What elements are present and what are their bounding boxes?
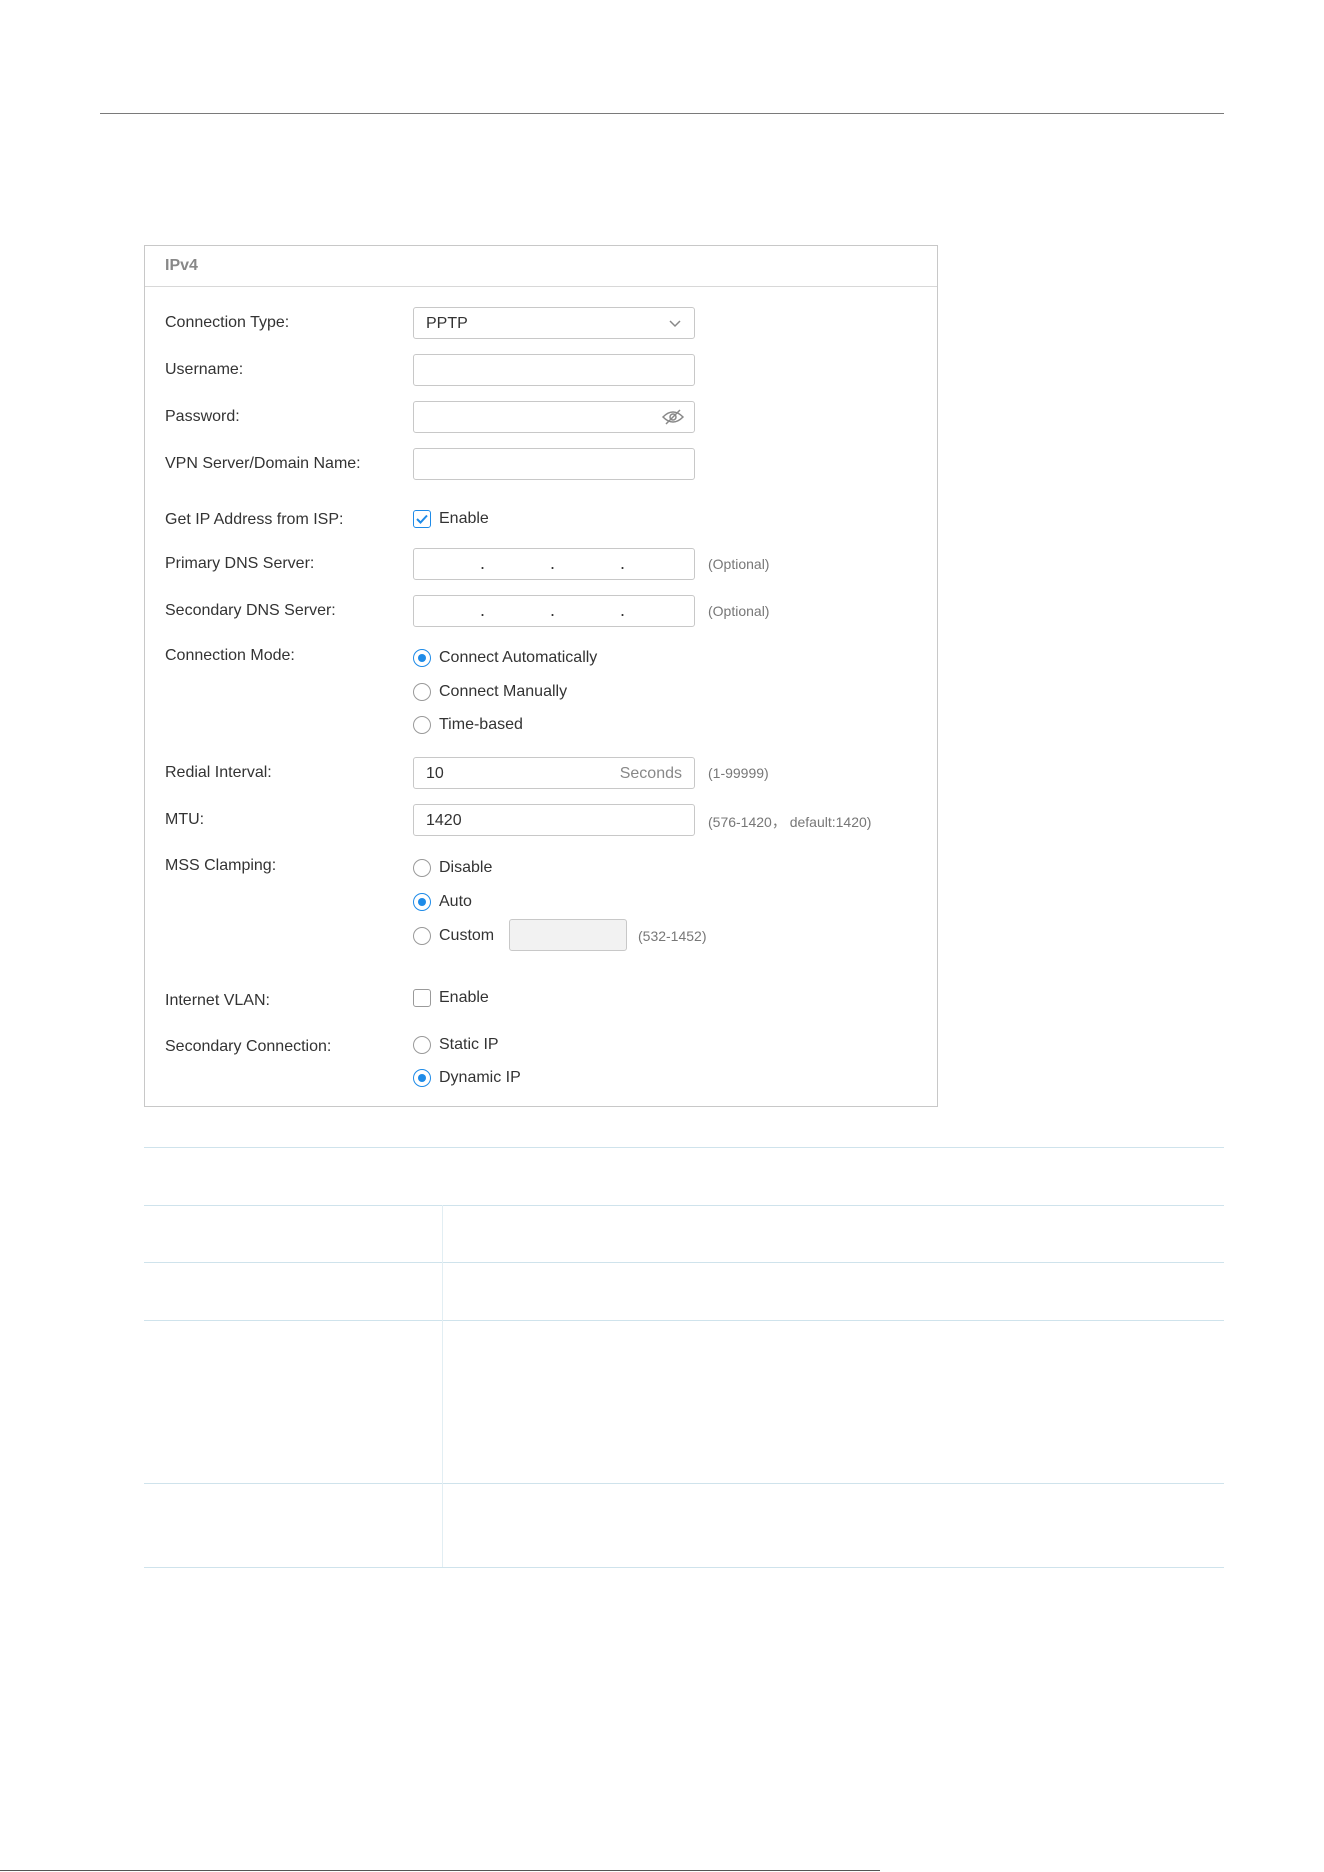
- internet-vlan-enable-label: Enable: [439, 989, 489, 1006]
- page-header-rule: [100, 113, 1224, 114]
- password-label: Password:: [165, 408, 240, 425]
- ip-separator: .: [550, 600, 556, 620]
- mss-clamping-row: MSS Clamping:: [145, 850, 937, 882]
- mtu-row: MTU: 1420 (576-1420， default:1420): [145, 804, 937, 836]
- password-input[interactable]: [413, 401, 695, 433]
- primary-dns-row: Primary DNS Server: . . . (Optional): [145, 548, 937, 580]
- secondary-dns-input[interactable]: . . .: [413, 595, 695, 627]
- primary-dns-input[interactable]: . . .: [413, 548, 695, 580]
- table-rule: [144, 1483, 1224, 1484]
- ip-separator: .: [620, 553, 626, 573]
- get-ip-enable-label: Enable: [439, 510, 489, 527]
- mtu-label: MTU:: [165, 811, 205, 828]
- redial-interval-hint: (1-99999): [708, 765, 769, 781]
- connection-type-row: Connection Type: PPTP: [145, 307, 937, 339]
- panel-header: IPv4: [145, 246, 937, 287]
- table-rule: [144, 1205, 1224, 1206]
- internet-vlan-row: Internet VLAN:: [145, 985, 937, 1017]
- secondary-connection-dynamic-radio[interactable]: [413, 1069, 431, 1087]
- mss-clamping-custom-hint: (532-1452): [638, 928, 707, 944]
- username-input[interactable]: [413, 354, 695, 386]
- mss-clamping-custom-input[interactable]: [509, 919, 627, 951]
- ipv4-settings-panel: IPv4 Connection Type: PPTP Username: Pas…: [144, 245, 938, 1107]
- get-ip-checkbox[interactable]: [413, 510, 431, 528]
- ip-separator: .: [620, 600, 626, 620]
- mss-clamping-auto-radio[interactable]: [413, 893, 431, 911]
- secondary-connection-static-label: Static IP: [439, 1036, 499, 1053]
- mss-clamping-label: MSS Clamping:: [165, 857, 277, 874]
- connection-mode-manual-radio[interactable]: [413, 683, 431, 701]
- primary-dns-label: Primary DNS Server:: [165, 555, 315, 572]
- table-rule: [144, 1320, 1224, 1321]
- secondary-connection-label: Secondary Connection:: [165, 1038, 332, 1055]
- secondary-dns-label: Secondary DNS Server:: [165, 602, 336, 619]
- vpn-server-row: VPN Server/Domain Name:: [145, 448, 937, 480]
- redial-interval-row: Redial Interval: 10 Seconds (1-99999): [145, 757, 937, 789]
- connection-type-value: PPTP: [426, 315, 468, 332]
- password-row: Password:: [145, 401, 937, 433]
- redial-interval-unit: Seconds: [619, 765, 682, 782]
- internet-vlan-label: Internet VLAN:: [165, 992, 270, 1009]
- checkmark-icon: [416, 514, 428, 524]
- connection-mode-label: Connection Mode:: [165, 647, 295, 664]
- connection-type-label: Connection Type:: [165, 314, 290, 331]
- mss-clamping-auto-label: Auto: [439, 893, 472, 910]
- vpn-server-label: VPN Server/Domain Name:: [165, 455, 361, 472]
- page-footer-rule: [0, 1870, 880, 1871]
- secondary-connection-static-radio[interactable]: [413, 1036, 431, 1054]
- mss-clamping-custom-label: Custom: [439, 927, 495, 944]
- secondary-connection-dynamic-label: Dynamic IP: [439, 1069, 521, 1086]
- secondary-dns-row: Secondary DNS Server: . . . (Optional): [145, 595, 937, 627]
- redial-interval-label: Redial Interval:: [165, 764, 272, 781]
- username-row: Username:: [145, 354, 937, 386]
- internet-vlan-checkbox[interactable]: [413, 989, 431, 1007]
- connection-mode-time-based-label: Time-based: [439, 716, 523, 733]
- redial-interval-value: 10: [426, 765, 444, 782]
- mss-clamping-disable-radio[interactable]: [413, 859, 431, 877]
- connection-mode-automatic-label: Connect Automatically: [439, 649, 598, 666]
- ip-separator: .: [550, 553, 556, 573]
- table-rule: [144, 1147, 1224, 1148]
- mss-clamping-disable-label: Disable: [439, 859, 493, 876]
- connection-mode-manual-label: Connect Manually: [439, 683, 568, 700]
- get-ip-label: Get IP Address from ISP:: [165, 511, 344, 528]
- mss-clamping-custom-option[interactable]: Custom (532-1452): [413, 919, 833, 951]
- mss-clamping-custom-radio[interactable]: [413, 927, 431, 945]
- connection-mode-time-based-radio[interactable]: [413, 716, 431, 734]
- mtu-input[interactable]: 1420: [413, 804, 695, 836]
- redial-interval-input[interactable]: 10 Seconds: [413, 757, 695, 789]
- eye-off-icon[interactable]: [662, 409, 684, 425]
- ip-separator: .: [480, 553, 486, 573]
- table-rule: [144, 1262, 1224, 1263]
- connection-type-select[interactable]: PPTP: [413, 307, 695, 339]
- chevron-down-icon: [669, 320, 681, 328]
- table-column-divider: [442, 1205, 443, 1567]
- ip-separator: .: [480, 600, 486, 620]
- mtu-hint: (576-1420， default:1420): [708, 814, 872, 830]
- mtu-value: 1420: [426, 812, 462, 829]
- connection-mode-automatic-radio[interactable]: [413, 649, 431, 667]
- vpn-server-input[interactable]: [413, 448, 695, 480]
- panel-title: IPv4: [165, 257, 198, 274]
- username-label: Username:: [165, 361, 244, 378]
- table-rule: [144, 1567, 1224, 1568]
- secondary-dns-hint: (Optional): [708, 603, 770, 619]
- secondary-connection-row: Secondary Connection:: [145, 1031, 937, 1063]
- get-ip-row: Get IP Address from ISP: Enable: [145, 508, 937, 540]
- primary-dns-hint: (Optional): [708, 556, 770, 572]
